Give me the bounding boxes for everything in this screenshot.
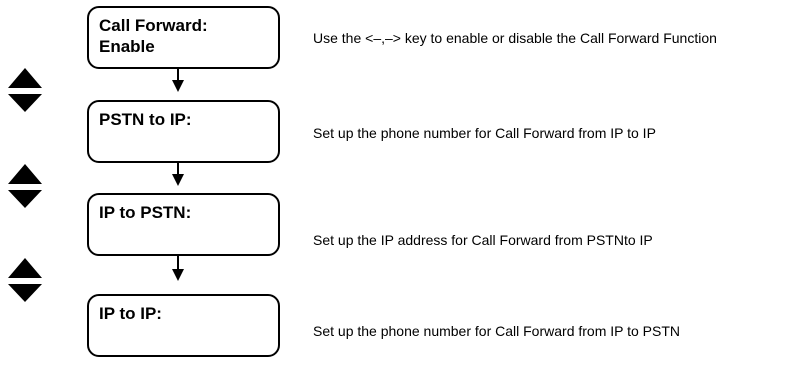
lcd-screen-call-forward: Call Forward: Enable: [87, 6, 280, 69]
screen-line-1: IP to IP:: [99, 304, 162, 323]
up-down-triangle-icon: [6, 162, 44, 210]
lcd-screen-ip-to-pstn: IP to PSTN:: [87, 193, 280, 256]
description-pstn-to-ip: Set up the phone number for Call Forward…: [313, 125, 656, 141]
down-arrow-icon: [172, 269, 184, 281]
down-arrow-icon: [172, 80, 184, 92]
screen-line-1: Call Forward:: [99, 16, 208, 35]
description-ip-to-ip: Set up the phone number for Call Forward…: [313, 323, 681, 339]
description-ip-to-pstn: Set up the IP address for Call Forward f…: [313, 232, 653, 248]
lcd-screen-ip-to-ip: IP to IP:: [87, 294, 280, 357]
description-call-forward: Use the <–,–> key to enable or disable t…: [313, 30, 717, 46]
up-down-triangle-icon: [6, 66, 44, 114]
screen-line-1: IP to PSTN:: [99, 203, 192, 222]
lcd-screen-pstn-to-ip: PSTN to IP:: [87, 100, 280, 163]
screen-line-2: Enable: [99, 37, 155, 56]
up-down-triangle-icon: [6, 256, 44, 304]
screen-line-1: PSTN to IP:: [99, 110, 192, 129]
down-arrow-icon: [172, 174, 184, 186]
